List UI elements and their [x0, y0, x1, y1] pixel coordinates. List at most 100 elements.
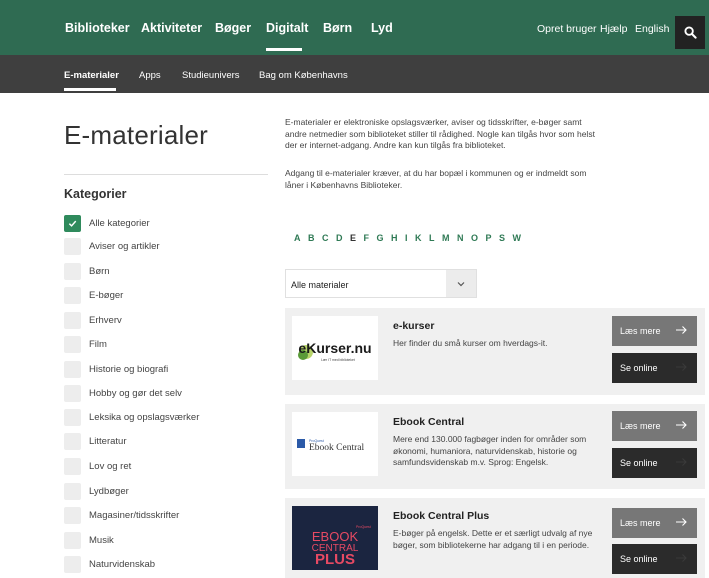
read-more-button[interactable]: Læs mere: [612, 411, 697, 441]
ekurser-logo: eKurser.nu Lær IT med biblioteket: [292, 316, 378, 380]
letter-h[interactable]: H: [391, 233, 398, 243]
category-e-boger[interactable]: E-bøger: [64, 285, 123, 305]
letter-w[interactable]: W: [513, 233, 522, 243]
resource-card-ebook-central: ProQuest Ebook Central Ebook Central Mer…: [285, 404, 705, 489]
letter-o[interactable]: O: [471, 233, 478, 243]
letter-f[interactable]: F: [364, 233, 370, 243]
help-link[interactable]: Hjælp: [600, 23, 627, 35]
subnav-active-indicator: [64, 88, 116, 91]
category-naturvidenskab[interactable]: Naturvidenskab: [64, 554, 155, 574]
category-alle-kategorier[interactable]: Alle kategorier: [64, 213, 150, 233]
category-label: Børn: [89, 265, 110, 277]
checkbox[interactable]: [64, 286, 81, 304]
category-hobby[interactable]: Hobby og gør det selv: [64, 383, 182, 403]
material-type-select[interactable]: Alle materialer: [285, 269, 477, 298]
checkbox-checked[interactable]: [64, 214, 81, 232]
category-litteratur[interactable]: Litteratur: [64, 431, 127, 451]
letter-a[interactable]: A: [294, 233, 301, 243]
category-label: E-bøger: [89, 289, 124, 301]
subnav-e-materialer[interactable]: E-materialer: [64, 70, 119, 81]
select-toggle[interactable]: [446, 270, 476, 297]
category-lydboger[interactable]: Lydbøger: [64, 481, 129, 501]
checkbox[interactable]: [64, 506, 81, 524]
category-lov-og-ret[interactable]: Lov og ret: [64, 456, 131, 476]
checkbox[interactable]: [64, 555, 81, 573]
category-label: Lov og ret: [89, 460, 132, 472]
checkbox[interactable]: [64, 531, 81, 549]
search-icon: [683, 26, 697, 39]
checkbox[interactable]: [64, 262, 81, 280]
checkbox[interactable]: [64, 311, 81, 329]
category-label: Magasiner/tidsskrifter: [89, 509, 180, 521]
letter-n[interactable]: N: [457, 233, 464, 243]
letter-e[interactable]: E: [350, 233, 356, 243]
category-musik[interactable]: Musik: [64, 530, 114, 550]
checkbox[interactable]: [64, 335, 81, 353]
arrow-right-icon: [676, 326, 687, 334]
checkbox[interactable]: [64, 360, 81, 378]
nav-biblioteker[interactable]: Biblioteker: [65, 21, 130, 35]
category-label: Alle kategorier: [89, 217, 150, 229]
search-button[interactable]: [675, 16, 705, 49]
view-online-button[interactable]: Se online: [612, 544, 697, 574]
arrow-right-icon: [676, 518, 687, 526]
letter-k[interactable]: K: [415, 233, 422, 243]
card-description: E-bøger på engelsk. Dette er et særligt …: [393, 528, 593, 550]
letter-b[interactable]: B: [308, 233, 315, 243]
category-label: Lydbøger: [89, 485, 129, 497]
view-online-button[interactable]: Se online: [612, 448, 697, 478]
ekurser-logo-subtext: Lær IT med biblioteket: [321, 358, 355, 362]
category-historie-og-biografi[interactable]: Historie og biografi: [64, 359, 168, 379]
nav-lyd[interactable]: Lyd: [371, 21, 393, 35]
read-more-button[interactable]: Læs mere: [612, 316, 697, 346]
card-description: Mere end 130.000 fagbøger inden for områ…: [393, 434, 587, 467]
nav-boger[interactable]: Bøger: [215, 21, 251, 35]
top-navigation: Biblioteker Aktiviteter Bøger Digitalt B…: [0, 0, 709, 55]
subnav-bag-om-kobenhavn[interactable]: Bag om Københavns: [259, 70, 348, 81]
letter-i[interactable]: I: [405, 233, 408, 243]
logo-line-plus: PLUS: [315, 551, 355, 568]
subnav-studieunivers[interactable]: Studieunivers: [182, 70, 240, 81]
view-online-button[interactable]: Se online: [612, 353, 697, 383]
letter-s[interactable]: S: [499, 233, 505, 243]
letter-p[interactable]: P: [486, 233, 492, 243]
category-leksika[interactable]: Leksika og opslagsværker: [64, 407, 199, 427]
category-born[interactable]: Børn: [64, 261, 110, 281]
checkbox[interactable]: [64, 237, 81, 255]
checkbox[interactable]: [64, 432, 81, 450]
letter-l[interactable]: L: [429, 233, 435, 243]
checkmark-icon: [68, 220, 77, 227]
button-label: Læs mere: [620, 518, 661, 528]
ebook-central-logo-text: Ebook Central: [309, 443, 365, 453]
alphabet-filter: A B C D E F G H I K L M N O P S W: [294, 233, 528, 243]
button-label: Læs mere: [620, 421, 661, 431]
create-user-link[interactable]: Opret bruger: [537, 23, 597, 35]
subnav-apps[interactable]: Apps: [139, 70, 161, 81]
category-label: Aviser og artikler: [89, 240, 160, 252]
category-aviser-og-artikler[interactable]: Aviser og artikler: [64, 236, 160, 256]
english-link[interactable]: English: [635, 23, 669, 35]
category-erhverv[interactable]: Erhverv: [64, 310, 122, 330]
letter-d[interactable]: D: [336, 233, 343, 243]
checkbox[interactable]: [64, 384, 81, 402]
checkbox[interactable]: [64, 457, 81, 475]
category-film[interactable]: Film: [64, 334, 107, 354]
chevron-down-icon: [457, 281, 465, 286]
resource-card-ekurser: eKurser.nu Lær IT med biblioteket e-kurs…: [285, 308, 705, 395]
nav-born[interactable]: Børn: [323, 21, 352, 35]
read-more-button[interactable]: Læs mere: [612, 508, 697, 538]
letter-c[interactable]: C: [322, 233, 329, 243]
button-label: Se online: [620, 458, 658, 468]
arrow-right-icon: [676, 458, 687, 466]
category-magasiner[interactable]: Magasiner/tidsskrifter: [64, 505, 179, 525]
letter-g[interactable]: G: [377, 233, 384, 243]
checkbox[interactable]: [64, 482, 81, 500]
category-label: Leksika og opslagsværker: [89, 411, 200, 423]
resource-card-ebook-central-plus: ProQuest EBOOK CENTRAL PLUS Ebook Centra…: [285, 498, 705, 578]
access-text: Adgang til e-materialer kræver, at du ha…: [285, 168, 587, 190]
checkbox[interactable]: [64, 408, 81, 426]
nav-digitalt[interactable]: Digitalt: [266, 21, 308, 35]
nav-aktiviteter[interactable]: Aktiviteter: [141, 21, 202, 35]
arrow-right-icon: [676, 554, 687, 562]
letter-m[interactable]: M: [442, 233, 450, 243]
